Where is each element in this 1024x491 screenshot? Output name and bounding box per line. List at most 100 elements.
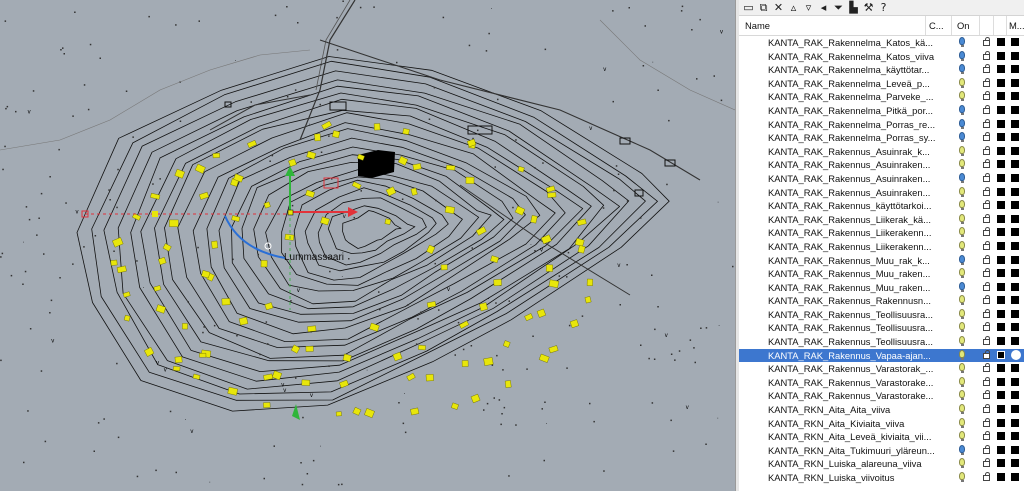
material-swatch[interactable]: [1011, 405, 1019, 414]
column-material[interactable]: M...: [1009, 20, 1024, 31]
layer-row[interactable]: KANTA_RAK_Rakennelma_Parveke_...: [739, 90, 1024, 104]
visibility-bulb-icon[interactable]: [959, 322, 965, 331]
layer-row[interactable]: KANTA_RAK_Rakennus_Varastorake...: [739, 376, 1024, 390]
filter-icon[interactable]: ⏷: [831, 1, 846, 14]
move-up-icon[interactable]: ▵: [786, 1, 801, 14]
layer-color-swatch[interactable]: [997, 418, 1005, 427]
layer-color-swatch[interactable]: [997, 51, 1005, 60]
layer-color-swatch[interactable]: [997, 187, 1005, 196]
layer-color-swatch[interactable]: [997, 146, 1005, 155]
lock-icon[interactable]: [983, 213, 990, 223]
layer-color-swatch[interactable]: [997, 201, 1005, 210]
layer-row[interactable]: KANTA_RAK_Rakennelma_Pitkä_por...: [739, 104, 1024, 118]
layer-row[interactable]: KANTA_RAK_Rakennus_Asuinrak_k...: [739, 145, 1024, 159]
visibility-bulb-icon[interactable]: [959, 132, 965, 141]
layer-tools-icon[interactable]: ▙: [846, 1, 861, 14]
visibility-bulb-icon[interactable]: [959, 159, 965, 168]
material-swatch[interactable]: [1011, 391, 1019, 400]
material-swatch[interactable]: [1011, 133, 1019, 142]
layer-row[interactable]: KANTA_RAK_Rakennus_Varastorake...: [739, 389, 1024, 403]
material-swatch[interactable]: [1011, 65, 1019, 74]
layer-color-swatch[interactable]: [997, 228, 1005, 237]
visibility-bulb-icon[interactable]: [959, 336, 965, 345]
material-swatch[interactable]: [1011, 187, 1019, 196]
lock-icon[interactable]: [983, 322, 990, 332]
visibility-bulb-icon[interactable]: [959, 444, 965, 453]
layer-color-swatch[interactable]: [997, 78, 1005, 87]
layer-row[interactable]: KANTA_RAK_Rakennus_Vapaa-ajan...: [739, 348, 1024, 363]
layer-color-swatch[interactable]: [997, 173, 1005, 182]
tools-icon[interactable]: ⚒: [861, 1, 876, 14]
layer-color-swatch[interactable]: [997, 92, 1005, 101]
layer-row[interactable]: KANTA_RAK_Rakennus_Teollisuusra...: [739, 308, 1024, 322]
material-swatch[interactable]: [1011, 160, 1019, 169]
column-name[interactable]: Name: [745, 20, 770, 31]
visibility-bulb-icon[interactable]: [959, 268, 965, 277]
layer-row[interactable]: KANTA_RAK_Rakennus_Liikerakenn...: [739, 226, 1024, 240]
material-swatch[interactable]: [1011, 269, 1019, 278]
layer-row[interactable]: KANTA_RAK_Rakennelma_Katos_viiva: [739, 50, 1024, 64]
visibility-bulb-icon[interactable]: [959, 91, 965, 100]
visibility-bulb-icon[interactable]: [959, 308, 965, 317]
material-swatch[interactable]: [1011, 173, 1019, 182]
visibility-bulb-icon[interactable]: [959, 281, 965, 290]
delete-icon[interactable]: ✕: [771, 1, 786, 14]
move-down-icon[interactable]: ▿: [801, 1, 816, 14]
visibility-bulb-icon[interactable]: [959, 118, 965, 127]
visibility-bulb-icon[interactable]: [959, 472, 965, 480]
layer-row[interactable]: KANTA_RAK_Rakennus_Asuinraken...: [739, 186, 1024, 200]
visibility-bulb-icon[interactable]: [959, 172, 965, 181]
material-swatch[interactable]: [1011, 105, 1019, 114]
visibility-bulb-icon[interactable]: [959, 349, 965, 358]
material-swatch[interactable]: [1011, 364, 1019, 373]
lock-icon[interactable]: [983, 227, 990, 237]
lock-icon[interactable]: [983, 64, 990, 74]
material-swatch[interactable]: [1011, 432, 1019, 441]
lock-icon[interactable]: [983, 295, 990, 305]
layer-row[interactable]: KANTA_RAK_Rakennelma_Leveä_p...: [739, 77, 1024, 91]
layer-color-swatch[interactable]: [997, 459, 1005, 468]
visibility-bulb-icon[interactable]: [959, 240, 965, 249]
layer-row[interactable]: KANTA_RAK_Rakennus_Varastorak_...: [739, 362, 1024, 376]
layer-row[interactable]: KANTA_RKN_Aita_Kiviaita_viiva: [739, 417, 1024, 431]
visibility-bulb-icon[interactable]: [959, 227, 965, 236]
visibility-bulb-icon[interactable]: [959, 458, 965, 467]
lock-icon[interactable]: [983, 118, 990, 128]
visibility-bulb-icon[interactable]: [959, 431, 965, 440]
layer-row[interactable]: KANTA_RAK_Rakennelma_Porras_re...: [739, 118, 1024, 132]
layer-row[interactable]: KANTA_RAK_Rakennus_Asuinraken...: [739, 158, 1024, 172]
layer-row[interactable]: KANTA_RAK_Rakennus_Teollisuusra...: [739, 321, 1024, 335]
layer-row[interactable]: KANTA_RAK_Rakennus_Rakennusn...: [739, 294, 1024, 308]
visibility-bulb-icon[interactable]: [959, 417, 965, 426]
material-swatch[interactable]: [1011, 377, 1019, 386]
material-swatch[interactable]: [1011, 214, 1019, 223]
layer-color-swatch[interactable]: [997, 282, 1005, 291]
layer-color-swatch[interactable]: [997, 445, 1005, 454]
lock-icon[interactable]: [983, 240, 990, 250]
layer-row[interactable]: KANTA_RKN_Aita_Tukimuuri_yläreun...: [739, 444, 1024, 458]
lock-icon[interactable]: [983, 172, 990, 182]
layer-color-swatch[interactable]: [997, 350, 1005, 359]
layer-color-swatch[interactable]: [997, 255, 1005, 264]
material-swatch[interactable]: [1011, 473, 1019, 481]
layer-row[interactable]: KANTA_RAK_Rakennus_Muu_rak_k...: [739, 254, 1024, 268]
layer-color-swatch[interactable]: [997, 364, 1005, 373]
lock-icon[interactable]: [983, 349, 990, 359]
visibility-bulb-icon[interactable]: [959, 213, 965, 222]
lock-icon[interactable]: [983, 376, 990, 386]
material-swatch[interactable]: [1011, 146, 1019, 155]
material-swatch[interactable]: [1011, 119, 1019, 128]
material-swatch[interactable]: [1011, 78, 1019, 87]
material-swatch[interactable]: [1011, 51, 1019, 60]
lock-icon[interactable]: [983, 390, 990, 400]
layer-color-swatch[interactable]: [997, 105, 1005, 114]
material-swatch[interactable]: [1011, 323, 1019, 332]
visibility-bulb-icon[interactable]: [959, 254, 965, 263]
lock-icon[interactable]: [983, 77, 990, 87]
visibility-bulb-icon[interactable]: [959, 363, 965, 372]
column-on[interactable]: On: [957, 20, 970, 31]
layer-row[interactable]: KANTA_RKN_Aita_Leveä_kiviaita_vii...: [739, 430, 1024, 444]
lock-icon[interactable]: [983, 186, 990, 196]
layer-row[interactable]: KANTA_RKN_Luiska_alareuna_viiva: [739, 457, 1024, 471]
material-swatch[interactable]: [1011, 92, 1019, 101]
